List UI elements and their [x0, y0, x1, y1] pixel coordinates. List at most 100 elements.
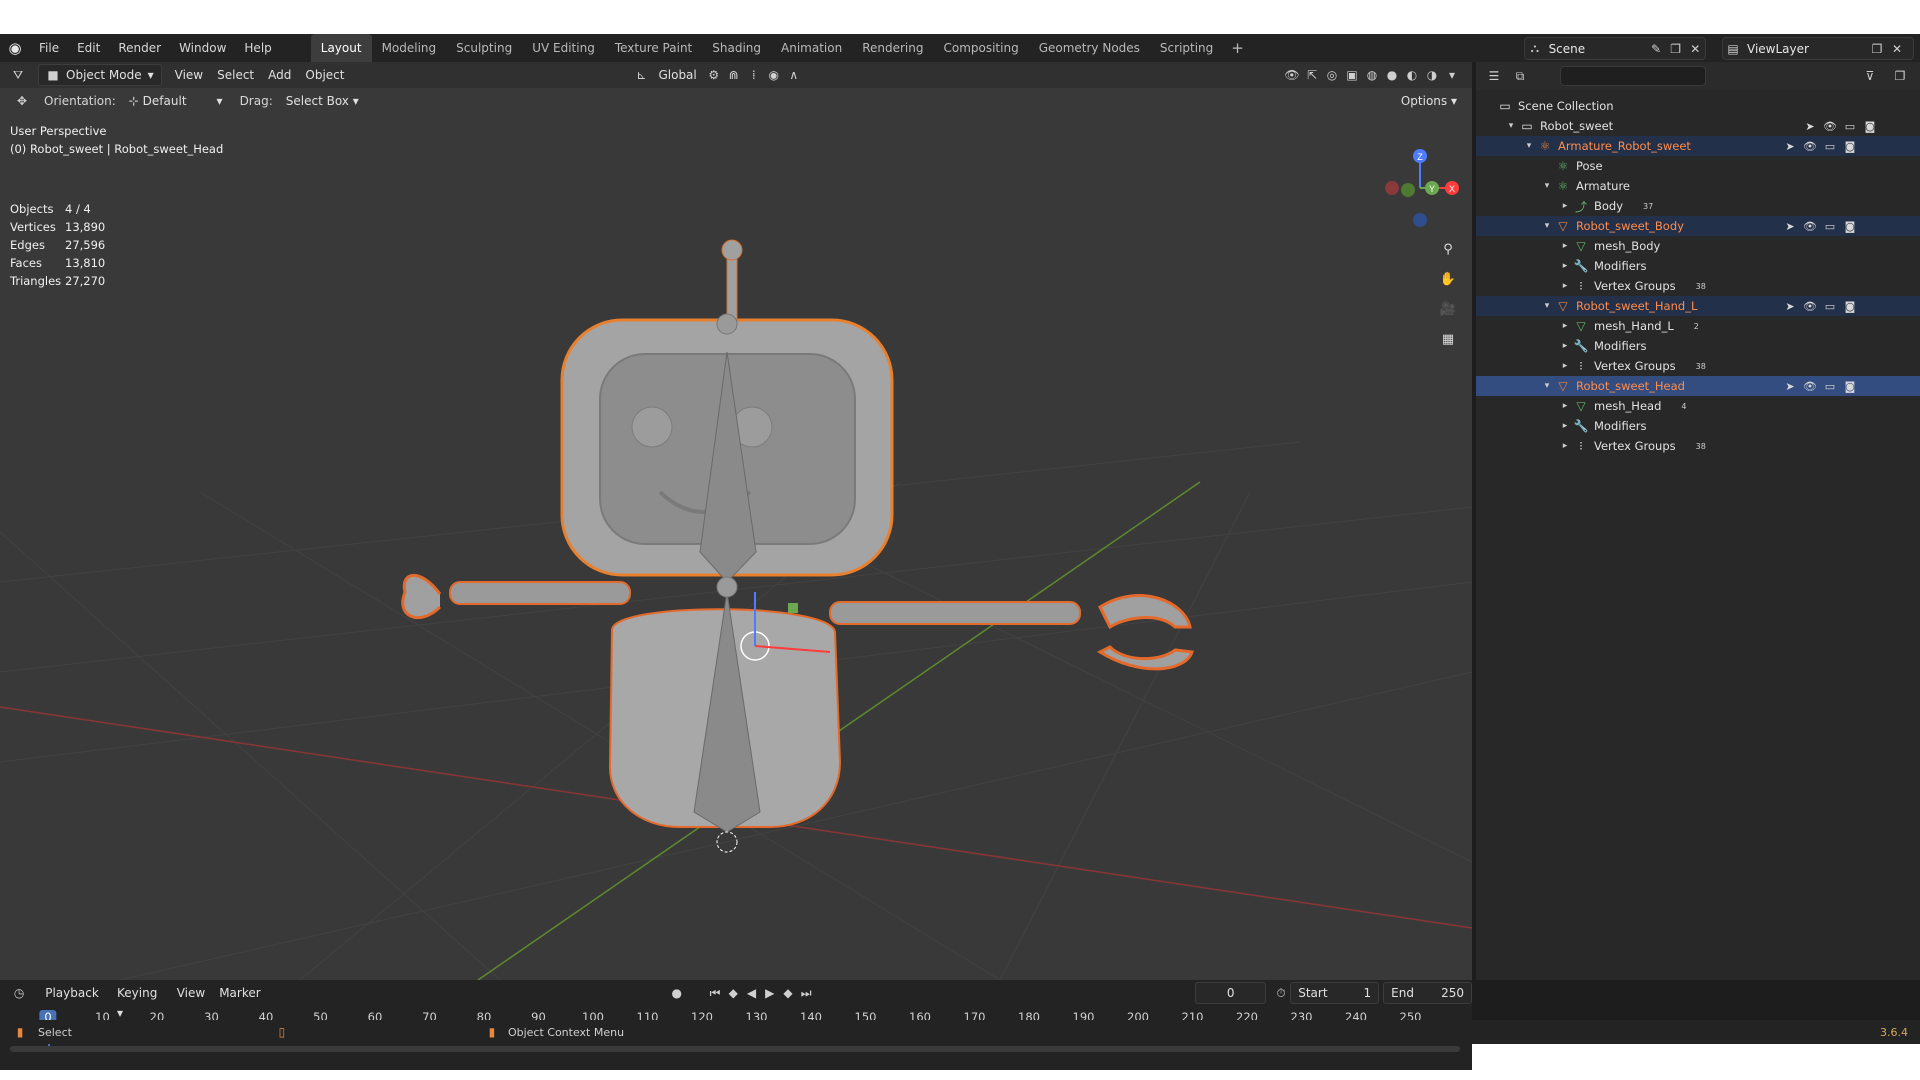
display-mode-icon[interactable]: ⧉ [1510, 66, 1530, 86]
clock-icon[interactable]: ⏱ [1272, 983, 1290, 1003]
tab-modeling[interactable]: Modeling [372, 34, 447, 62]
eye-icon[interactable]: 👁 [1800, 220, 1820, 233]
current-frame-field[interactable]: 0 [1195, 982, 1266, 1004]
expand-toggle-icon[interactable]: ▸ [1558, 321, 1572, 331]
expand-toggle-icon[interactable]: ▾ [1540, 181, 1554, 191]
menu-view[interactable]: View [168, 65, 210, 85]
end-frame-field[interactable]: End 250 [1383, 982, 1473, 1004]
start-frame-field[interactable]: Start 1 [1290, 982, 1380, 1004]
tab-uv-editing[interactable]: UV Editing [522, 34, 605, 62]
marker-menu[interactable]: Marker [212, 983, 267, 1003]
move-tool-icon[interactable]: ✥ [12, 91, 32, 111]
transform-plane-handle[interactable] [788, 603, 798, 613]
monitor-icon[interactable]: ▭ [1820, 300, 1840, 313]
right-claw-bottom[interactable] [1096, 645, 1195, 671]
camera-icon[interactable]: ◙ [1860, 120, 1880, 133]
outliner-item-armature[interactable]: ▾ ⚛ Armature [1476, 176, 1920, 196]
editor-type-icon[interactable]: ⛛ [8, 65, 28, 85]
overlays-icon[interactable]: ◎ [1322, 65, 1342, 85]
delete-scene-icon[interactable]: ✕ [1685, 39, 1705, 59]
outliner-item-modifiers[interactable]: ▸ 🔧 Modifiers [1476, 416, 1920, 436]
menu-window[interactable]: Window [170, 34, 235, 62]
tab-layout[interactable]: Layout [310, 34, 372, 62]
timeline-view-menu[interactable]: View [170, 983, 212, 1003]
tab-texture-paint[interactable]: Texture Paint [605, 34, 702, 62]
expand-toggle-icon[interactable]: ▾ [1540, 301, 1554, 311]
outliner-item-mesh-head[interactable]: ▸ ▽ mesh_Head 4 [1476, 396, 1920, 416]
select-icon[interactable]: ➤ [1780, 220, 1800, 233]
menu-object[interactable]: Object [298, 65, 351, 85]
expand-toggle-icon[interactable]: ▸ [1558, 421, 1572, 431]
select-icon[interactable]: ➤ [1780, 140, 1800, 153]
outliner-item-armature-robot-sweet[interactable]: ▾ ⚛ Armature_Robot_sweet ➤ 👁 ▭ ◙ [1476, 136, 1920, 156]
expand-toggle-icon[interactable]: ▾ [1540, 381, 1554, 391]
playback-menu[interactable]: Playback ▾ [38, 983, 110, 1020]
select-icon[interactable]: ➤ [1800, 120, 1820, 133]
menu-add[interactable]: Add [261, 65, 298, 85]
proportional-edit-icon[interactable]: ◉ [764, 65, 784, 85]
new-view-layer-icon[interactable]: ❐ [1867, 39, 1887, 59]
outliner-item-robot-sweet-head[interactable]: ▾ ▽ Robot_sweet_Head ➤ 👁 ▭ ◙ [1476, 376, 1920, 396]
expand-toggle-icon[interactable]: ▸ [1558, 261, 1572, 271]
outliner-item-pose[interactable]: ⚛ Pose [1476, 156, 1920, 176]
pivot-icon[interactable]: ⚙ [704, 65, 724, 85]
timeline-scrollbar[interactable] [10, 1046, 1460, 1052]
drag-dropdown[interactable]: Select Box ▾ [279, 91, 366, 111]
new-collection-icon[interactable]: ❐ [1890, 66, 1910, 86]
gizmo-icon[interactable]: ⇱ [1302, 65, 1322, 85]
select-icon[interactable]: ➤ [1780, 380, 1800, 393]
material-shading-icon[interactable]: ◐ [1402, 65, 1422, 85]
zoom-icon[interactable]: ⚲ [1436, 237, 1460, 261]
outliner-item-mesh-body[interactable]: ▸ ▽ mesh_Body [1476, 236, 1920, 256]
expand-toggle-icon[interactable]: ▾ [1540, 221, 1554, 231]
snap-target-icon[interactable]: ⁞ [744, 65, 764, 85]
play-icon[interactable]: ▶ [761, 983, 779, 1003]
expand-toggle-icon[interactable]: ▸ [1558, 281, 1572, 291]
menu-help[interactable]: Help [235, 34, 280, 62]
expand-toggle-icon[interactable]: ▾ [1522, 141, 1536, 151]
wireframe-shading-icon[interactable]: ◍ [1362, 65, 1382, 85]
3d-viewport[interactable]: ⛛ ■ Object Mode ▾ View Select Add Object… [0, 62, 1472, 980]
options-dropdown[interactable]: Options ▾ [1394, 91, 1464, 111]
camera-icon[interactable]: ◙ [1840, 380, 1860, 393]
visibility-icon[interactable]: 👁 [1282, 65, 1302, 85]
play-reverse-icon[interactable]: ◀ [742, 983, 760, 1003]
gizmo-neg-x-axis[interactable] [1385, 181, 1399, 195]
monitor-icon[interactable]: ▭ [1820, 380, 1840, 393]
outliner-item-robot-sweet-body[interactable]: ▾ ▽ Robot_sweet_Body ➤ 👁 ▭ ◙ [1476, 216, 1920, 236]
transform-orientation-dropdown[interactable]: Global [651, 65, 703, 85]
mode-dropdown[interactable]: ■ Object Mode ▾ [38, 64, 162, 86]
expand-toggle-icon[interactable]: ▸ [1558, 401, 1572, 411]
jump-end-icon[interactable]: ⏭ [797, 983, 815, 1003]
viewport-scene[interactable] [0, 62, 1472, 980]
outliner-item-mesh-hand-l[interactable]: ▸ ▽ mesh_Hand_L 2 [1476, 316, 1920, 336]
menu-edit[interactable]: Edit [68, 34, 109, 62]
monitor-icon[interactable]: ▭ [1840, 120, 1860, 133]
tab-geometry-nodes[interactable]: Geometry Nodes [1029, 34, 1150, 62]
eye-icon[interactable]: 👁 [1800, 300, 1820, 313]
falloff-icon[interactable]: ∧ [784, 65, 804, 85]
outliner-item-robot-sweet[interactable]: ▾ ▭ Robot_sweet ➤ 👁 ▭ ◙ [1476, 116, 1920, 136]
add-workspace-button[interactable]: + [1223, 34, 1252, 62]
menu-select[interactable]: Select [210, 65, 261, 85]
menu-file[interactable]: File [30, 34, 68, 62]
pin-icon[interactable]: ✎ [1646, 39, 1666, 59]
xray-icon[interactable]: ▣ [1342, 65, 1362, 85]
outliner-item-body[interactable]: ▸ ⤴ Body 37 [1476, 196, 1920, 216]
select-icon[interactable]: ➤ [1780, 300, 1800, 313]
rendered-shading-icon[interactable]: ◑ [1422, 65, 1442, 85]
camera-view-icon[interactable]: 🎥 [1436, 297, 1460, 321]
tab-rendering[interactable]: Rendering [852, 34, 933, 62]
ortho-grid-icon[interactable]: ▦ [1436, 327, 1460, 351]
expand-toggle-icon[interactable]: ▸ [1558, 441, 1572, 451]
expand-toggle-icon[interactable]: ▾ [1504, 121, 1518, 131]
shading-options-icon[interactable]: ▾ [1442, 65, 1462, 85]
delete-view-layer-icon[interactable]: ✕ [1887, 39, 1907, 59]
outliner-item-modifiers[interactable]: ▸ 🔧 Modifiers [1476, 336, 1920, 356]
outliner-item-modifiers[interactable]: ▸ 🔧 Modifiers [1476, 256, 1920, 276]
record-icon[interactable]: ● [668, 983, 686, 1003]
outliner-search-input[interactable] [1560, 66, 1706, 86]
next-keyframe-icon[interactable]: ◆ [779, 983, 797, 1003]
monitor-icon[interactable]: ▭ [1820, 140, 1840, 153]
expand-toggle-icon[interactable]: ▸ [1558, 201, 1572, 211]
